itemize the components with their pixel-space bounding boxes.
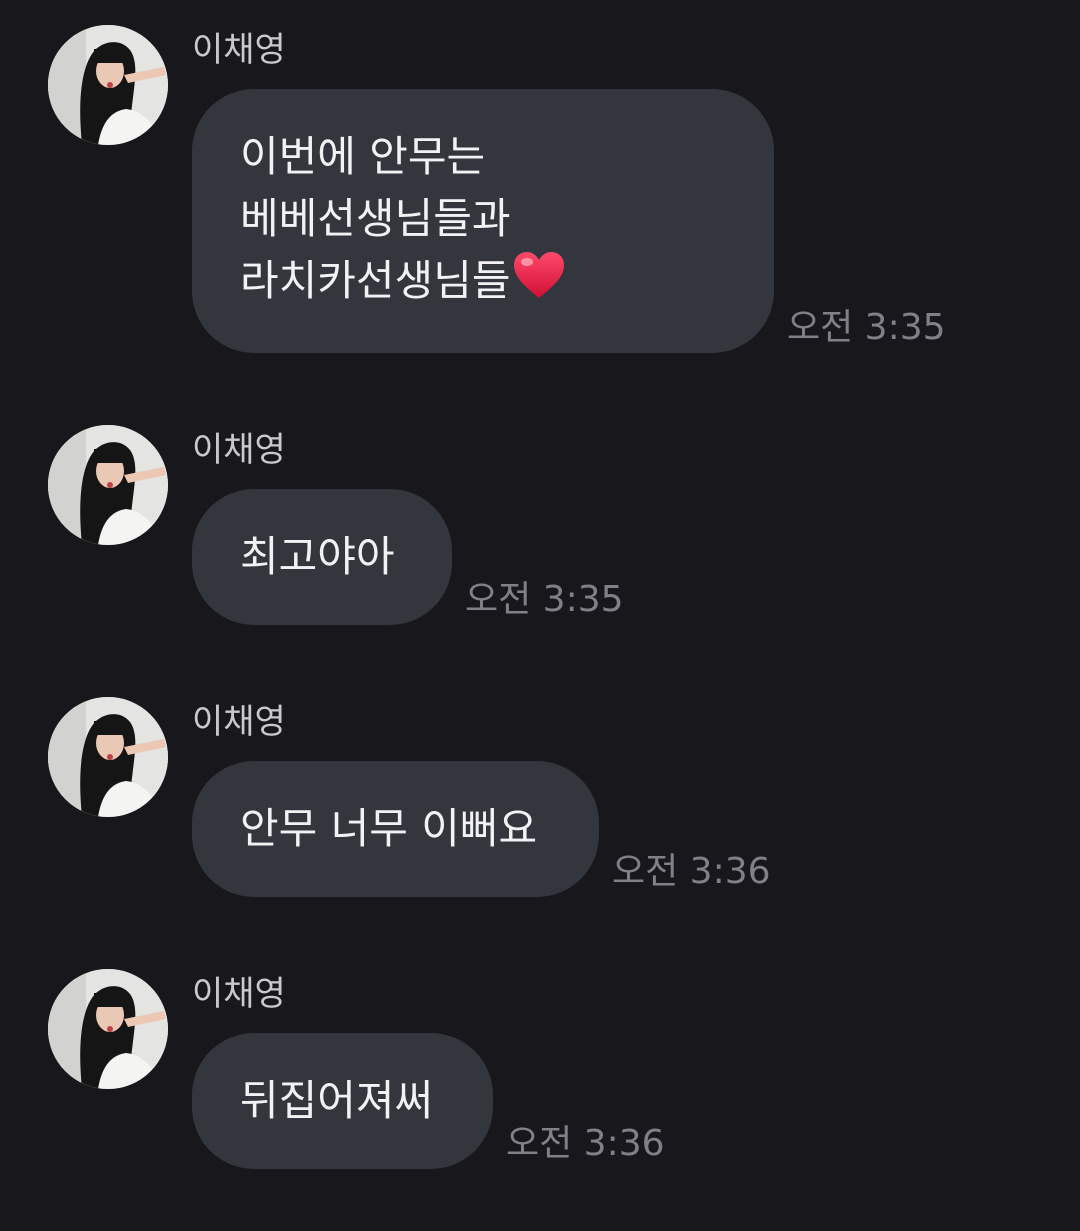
message-bubble[interactable]: 최고야아 <box>192 489 452 625</box>
message-bubble[interactable]: 안무 너무 이뻐요 <box>192 761 599 897</box>
message-text: 최고야아 <box>240 532 395 581</box>
avatar-photo-icon <box>48 425 168 545</box>
chat-message: 이채영 뒤집어져써 오전 3:36 <box>0 944 1080 1184</box>
sender-avatar[interactable] <box>48 969 168 1089</box>
avatar-photo-icon <box>48 697 168 817</box>
avatar-photo-icon <box>48 969 168 1089</box>
sender-name: 이채영 <box>192 30 286 70</box>
message-text: 베베선생님들과 <box>240 193 511 243</box>
message-timestamp: 오전 3:36 <box>506 1123 665 1164</box>
message-text: 이번에 안무는 <box>240 131 486 181</box>
sender-name: 이채영 <box>192 702 286 742</box>
sender-name: 이채영 <box>192 974 286 1014</box>
sender-avatar[interactable] <box>48 697 168 817</box>
avatar-photo-icon <box>48 25 168 145</box>
message-timestamp: 오전 3:35 <box>787 307 946 348</box>
message-text: 라치카선생님들 <box>240 255 511 305</box>
message-bubble[interactable]: 뒤집어져써 <box>192 1033 493 1169</box>
message-timestamp: 오전 3:35 <box>465 579 624 620</box>
sender-avatar[interactable] <box>48 25 168 145</box>
chat-message: 이채영 이번에 안무는 베베선생님들과 라치카선생님들 오전 3:35 <box>0 0 1080 360</box>
chat-message: 이채영 안무 너무 이뻐요 오전 3:36 <box>0 672 1080 912</box>
message-text: 뒤집어져써 <box>240 1076 434 1125</box>
sender-name: 이채영 <box>192 430 286 470</box>
message-bubble[interactable]: 이번에 안무는 베베선생님들과 라치카선생님들 <box>192 89 774 353</box>
message-timestamp: 오전 3:36 <box>612 851 771 892</box>
heart-emoji-icon <box>512 250 566 317</box>
chat-message: 이채영 최고야아 오전 3:35 <box>0 400 1080 640</box>
sender-avatar[interactable] <box>48 425 168 545</box>
message-text-last-line: 라치카선생님들 <box>240 250 726 317</box>
chat-message-list[interactable]: 이채영 이번에 안무는 베베선생님들과 라치카선생님들 오전 3:35 이채영 … <box>0 0 1080 1231</box>
message-text: 안무 너무 이뻐요 <box>240 804 538 853</box>
